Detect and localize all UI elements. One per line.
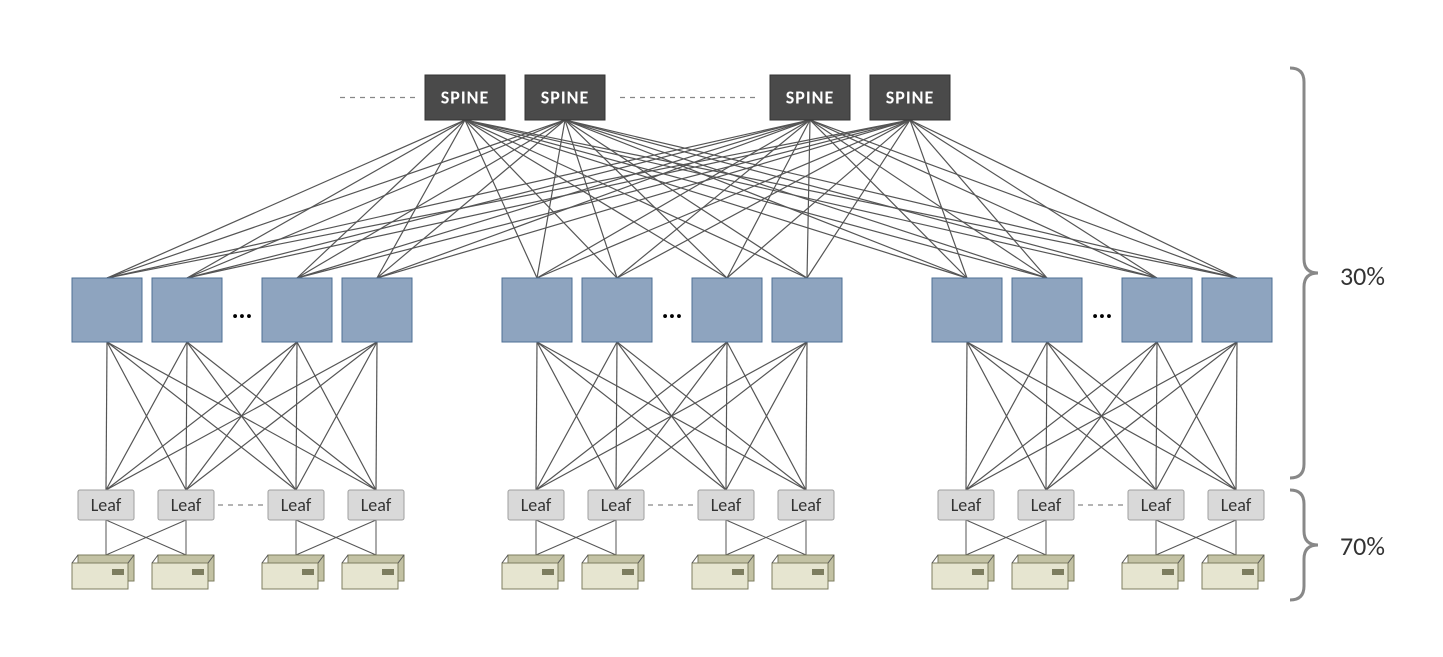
pod-to-leaf-link (726, 342, 727, 490)
spine-to-pod-link (810, 120, 1237, 278)
brace-upper (1290, 68, 1318, 478)
pod-switch (1122, 278, 1192, 342)
leaf-label: Leaf (281, 494, 312, 516)
spine-to-pod-link (565, 120, 617, 278)
pod-switch (692, 278, 762, 342)
pod-to-leaf-link (106, 342, 107, 490)
leaf-label: Leaf (1031, 494, 1062, 516)
pod-to-leaf-link (1156, 342, 1157, 490)
pod-switch (932, 278, 1002, 342)
pod-switch (262, 278, 332, 342)
server-icon (932, 555, 994, 589)
server-icon (262, 555, 324, 589)
server-icon (692, 555, 754, 589)
leaf-label: Leaf (1221, 494, 1252, 516)
spine-to-pod-link (465, 120, 1157, 278)
pod-ellipsis: ... (1092, 293, 1113, 325)
pod-to-leaf-link (1236, 342, 1237, 490)
spine-to-pod-link (810, 120, 967, 278)
server-icon (1202, 555, 1264, 589)
pod-ellipsis: ... (232, 293, 253, 325)
leaf-label: Leaf (361, 494, 392, 516)
spine-to-pod-link (297, 120, 465, 278)
network-topology-diagram: SPINE SPINE SPINE SPINE......... Leaf Leaf Lea… (0, 0, 1443, 657)
spine-to-pod-link (910, 120, 1047, 278)
spine-to-pod-link (810, 120, 1047, 278)
pod-switch (1012, 278, 1082, 342)
spine-to-pod-link (565, 120, 1237, 278)
spine-to-pod-link (465, 120, 537, 278)
spine-to-pod-link (617, 120, 910, 278)
pod-switch (582, 278, 652, 342)
leaf-label: Leaf (791, 494, 822, 516)
leaf-label: Leaf (601, 494, 632, 516)
spine-label: SPINE (786, 87, 835, 109)
leaf-label: Leaf (91, 494, 122, 516)
pod-to-leaf-link (616, 342, 617, 490)
server-icon (342, 555, 404, 589)
leaf-label: Leaf (1141, 494, 1172, 516)
pod-to-leaf-link (296, 342, 297, 490)
spine-label: SPINE (886, 87, 935, 109)
spine-label: SPINE (441, 87, 490, 109)
pod-to-leaf-link (536, 342, 537, 490)
server-icon (72, 555, 134, 589)
leaf-label: Leaf (171, 494, 202, 516)
pod-switch (152, 278, 222, 342)
pod-to-leaf-link (376, 342, 377, 490)
server-icon (152, 555, 214, 589)
pod-to-leaf-link (966, 342, 967, 490)
percent-lower: 70% (1340, 530, 1385, 562)
leaf-label: Leaf (951, 494, 982, 516)
spine-label: SPINE (541, 87, 590, 109)
server-icon (1012, 555, 1074, 589)
spine-to-pod-link (465, 120, 1237, 278)
spine-to-pod-link (910, 120, 1157, 278)
server-icon (582, 555, 644, 589)
leaf-label: Leaf (521, 494, 552, 516)
spine-to-pod-link (187, 120, 910, 278)
server-icon (1122, 555, 1184, 589)
pod-to-leaf-link (186, 342, 187, 490)
spine-to-pod-link (465, 120, 727, 278)
spine-to-pod-link (377, 120, 565, 278)
pod-switch (342, 278, 412, 342)
leaf-label: Leaf (711, 494, 742, 516)
percent-upper: 30% (1340, 260, 1385, 292)
pod-ellipsis: ... (662, 293, 683, 325)
pod-switch (72, 278, 142, 342)
pod-to-leaf-link (1046, 342, 1047, 490)
pod-switch (772, 278, 842, 342)
server-icon (772, 555, 834, 589)
pod-switch (502, 278, 572, 342)
spine-to-pod-link (565, 120, 967, 278)
brace-lower (1290, 490, 1318, 600)
server-icon (502, 555, 564, 589)
pod-switch (1202, 278, 1272, 342)
pod-to-leaf-link (806, 342, 807, 490)
spine-to-pod-link (107, 120, 465, 278)
spine-to-pod-link (807, 120, 910, 278)
